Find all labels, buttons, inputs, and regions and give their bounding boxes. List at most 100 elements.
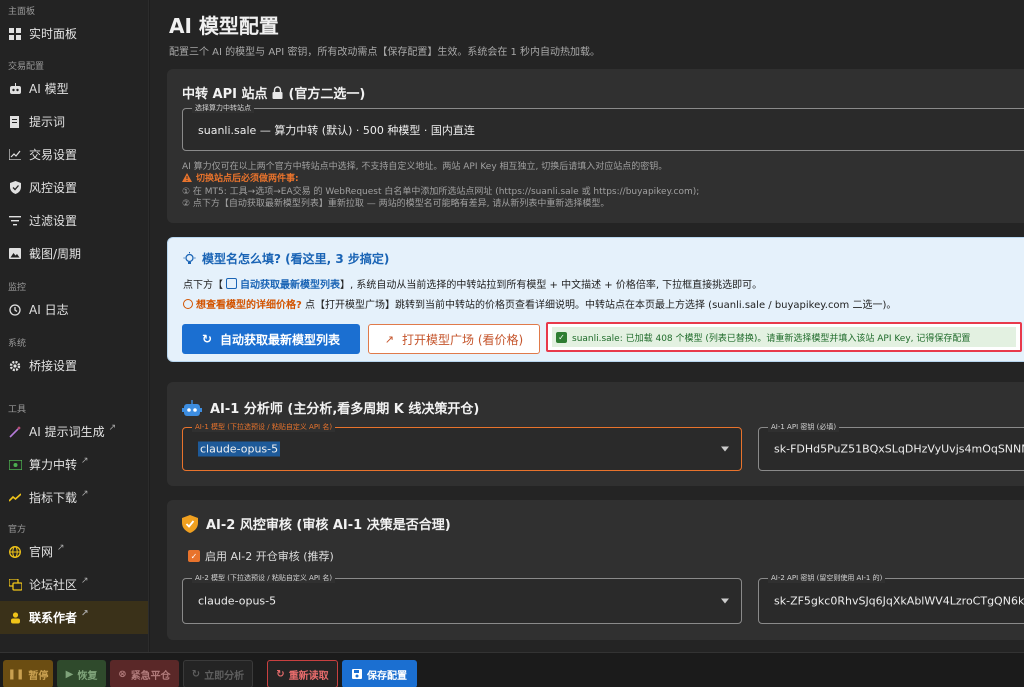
close-all-label: 紧急平仓: [130, 670, 171, 682]
sidebar-item-website[interactable]: 官网 ↗: [0, 535, 148, 568]
sidebar-item-realtime[interactable]: 实时面板: [0, 17, 148, 50]
reload-button[interactable]: ↻ 重新读取: [267, 660, 338, 687]
emergency-close-button[interactable]: ⊗ 紧急平仓: [110, 660, 179, 687]
sidebar-item-label: 实时面板: [29, 27, 78, 41]
fetch-models-button[interactable]: ↻ 自动获取最新模型列表: [182, 324, 360, 354]
sidebar-item-prompt-gen[interactable]: AI 提示词生成 ↗: [0, 415, 148, 448]
pause-label: 暂停: [28, 670, 49, 682]
model-load-status: ✓ suanli.sale: 已加载 408 个模型 (列表已替换)。请重新选择…: [546, 322, 1022, 352]
trend-up-icon: [8, 491, 22, 505]
sidebar-item-label: AI 提示词生成: [29, 425, 105, 439]
relay-site-card: 中转 API 站点 (官方二选一) 选择算力中转站点 suanli.sale —…: [167, 69, 1024, 223]
sidebar-item-indicator[interactable]: 指标下载 ↗: [0, 481, 148, 514]
history-icon: [8, 303, 22, 317]
gear-icon: [8, 359, 22, 373]
sidebar: 主面板 实时面板 交易配置 AI 模型 提示词 交易设置 风控设置 过滤设置 截: [0, 0, 149, 652]
fetch-models-label: 自动获取最新模型列表: [220, 332, 341, 347]
relay-card-title-text: 中转 API 站点: [182, 87, 268, 102]
help-price-question: 想查看模型的详细价格?: [196, 300, 302, 311]
bottom-action-bar: ❚❚ 暂停 ▶ 恢复 ⊗ 紧急平仓 ↻ 立即分析 ↻ 重新读取 保存配置: [0, 652, 1024, 687]
relay-warning: 切换站点后必须做两件事:: [182, 171, 299, 184]
sidebar-section-tools: 工具: [8, 405, 27, 415]
sidebar-item-label: 交易设置: [29, 148, 78, 162]
external-link-icon: ↗: [384, 332, 395, 346]
ai1-model-value: claude-opus-5: [198, 441, 281, 457]
sidebar-item-label: 提示词: [29, 115, 66, 129]
help-title-text: 模型名怎么填? (看这里, 3 步搞定): [202, 252, 390, 266]
relay-select-legend: 选择算力中转站点: [192, 103, 254, 113]
grid-icon: [8, 27, 22, 41]
sidebar-item-label: AI 模型: [29, 82, 69, 96]
magic-wand-icon: [8, 425, 22, 439]
external-link-icon: ↗: [81, 575, 89, 586]
external-link-icon: ↗: [81, 488, 89, 499]
sidebar-item-forum[interactable]: 论坛社区 ↗: [0, 568, 148, 601]
sidebar-item-filter-settings[interactable]: 过滤设置: [0, 204, 148, 237]
sidebar-item-contact[interactable]: 联系作者 ↗: [0, 601, 148, 634]
sidebar-item-screenshot[interactable]: 截图/周期: [0, 237, 148, 270]
document-edit-icon: [8, 115, 22, 129]
help-step-fetch-post: 】, 系统自动从当前选择的中转站拉到所有模型 + 中文描述 + 价格倍率, 下拉…: [340, 280, 763, 291]
chevron-down-icon: [721, 598, 729, 604]
ai1-key-value: sk-FDHd5PuZ51BQxSLqDHzVyUvjs4mOqSNNN: [774, 442, 1024, 456]
status-inner: ✓ suanli.sale: 已加载 408 个模型 (列表已替换)。请重新选择…: [552, 327, 1016, 347]
ai1-model-legend: AI-1 模型 (下拉选预设 / 粘贴自定义 API 名): [192, 422, 336, 432]
refresh-icon: ↻: [276, 668, 285, 680]
sidebar-item-risk-settings[interactable]: 风控设置: [0, 171, 148, 204]
sidebar-item-relay[interactable]: 算力中转 ↗: [0, 448, 148, 481]
sidebar-section-monitor: 监控: [8, 283, 27, 293]
ai2-card: AI-2 风控审核 (审核 AI-1 决策是否合理) ✓ 启用 AI-2 开仓审…: [167, 500, 1024, 640]
relay-site-select[interactable]: 选择算力中转站点 suanli.sale — 算力中转 (默认) · 500 种…: [182, 103, 1024, 151]
refresh-icon: [226, 278, 237, 289]
sidebar-section-trading: 交易配置: [8, 62, 45, 72]
ai1-key-legend: AI-1 API 密钥 (必填): [768, 422, 840, 432]
sidebar-item-label: 指标下载: [29, 491, 78, 505]
robot-icon: [182, 399, 202, 416]
info-icon: [183, 299, 193, 309]
ai2-model-value: claude-opus-5: [198, 594, 277, 608]
ai2-model-legend: AI-2 模型 (下拉选预设 / 粘贴自定义 API 名): [192, 573, 336, 583]
sidebar-item-ai-model[interactable]: AI 模型: [0, 72, 148, 105]
save-config-button[interactable]: 保存配置: [342, 660, 417, 687]
money-icon: [8, 458, 22, 472]
external-link-icon: ↗: [57, 542, 65, 553]
globe-icon: [8, 545, 22, 559]
help-step-fetch-bold: 自动获取最新模型列表: [240, 280, 340, 291]
pause-icon: ❚❚: [7, 668, 25, 680]
sidebar-item-ai-log[interactable]: AI 日志: [0, 293, 148, 326]
refresh-icon: ↻: [201, 332, 213, 346]
sidebar-item-trade-settings[interactable]: 交易设置: [0, 138, 148, 171]
ai2-enable-checkbox[interactable]: ✓ 启用 AI-2 开仓审核 (推荐): [188, 548, 334, 564]
ai2-key-value: sk-ZF5gkc0RhvSJq6JqXkAblWV4LzroCTgQN6kA: [774, 594, 1024, 608]
open-model-market-button[interactable]: ↗ 打开模型广场 (看价格): [368, 324, 540, 354]
help-title: 模型名怎么填? (看这里, 3 步搞定): [183, 250, 389, 267]
chat-icon: [8, 578, 22, 592]
analyze-now-button[interactable]: ↻ 立即分析: [183, 660, 253, 687]
ai1-api-key-field[interactable]: AI-1 API 密钥 (必填) sk-FDHd5PuZ51BQxSLqDHzV…: [758, 422, 1024, 471]
sidebar-item-label: 官网: [29, 545, 54, 559]
relay-step-2: ② 点下方【自动获取最新模型列表】重新拉取 — 两站的模型名可能略有差异, 请从…: [182, 199, 610, 209]
ai2-model-select[interactable]: AI-2 模型 (下拉选预设 / 粘贴自定义 API 名) claude-opu…: [182, 573, 742, 624]
ai1-model-select[interactable]: AI-1 模型 (下拉选预设 / 粘贴自定义 API 名) claude-opu…: [182, 422, 742, 471]
sidebar-item-bridge[interactable]: 桥接设置: [0, 349, 148, 382]
warning-icon: [182, 173, 192, 182]
robot-icon: [8, 82, 22, 96]
ai2-api-key-field[interactable]: AI-2 API 密钥 (留空则使用 AI-1 的) sk-ZF5gkc0Rhv…: [758, 573, 1024, 624]
sidebar-item-label: AI 日志: [29, 303, 69, 317]
external-link-icon: ↗: [108, 422, 117, 433]
sidebar-item-prompt[interactable]: 提示词: [0, 105, 148, 138]
ai1-title: AI-1 分析师 (主分析,看多周期 K 线决策开仓): [182, 398, 479, 417]
sidebar-section-system: 系统: [8, 339, 27, 349]
sidebar-item-label: 截图/周期: [29, 247, 82, 261]
checkbox-checked-icon: ✓: [188, 550, 200, 562]
line-chart-icon: [8, 148, 22, 162]
pause-button[interactable]: ❚❚ 暂停: [3, 660, 53, 687]
relay-warning-text: 切换站点后必须做两件事:: [196, 174, 299, 184]
resume-button[interactable]: ▶ 恢复: [57, 660, 106, 687]
sidebar-item-label: 风控设置: [29, 181, 78, 195]
ai1-title-text: AI-1 分析师 (主分析,看多周期 K 线决策开仓): [210, 402, 480, 417]
ai2-title-text: AI-2 风控审核 (审核 AI-1 决策是否合理): [206, 518, 451, 533]
lightbulb-icon: [183, 251, 196, 266]
refresh-icon: ↻: [191, 668, 201, 680]
resume-label: 恢复: [77, 670, 98, 682]
